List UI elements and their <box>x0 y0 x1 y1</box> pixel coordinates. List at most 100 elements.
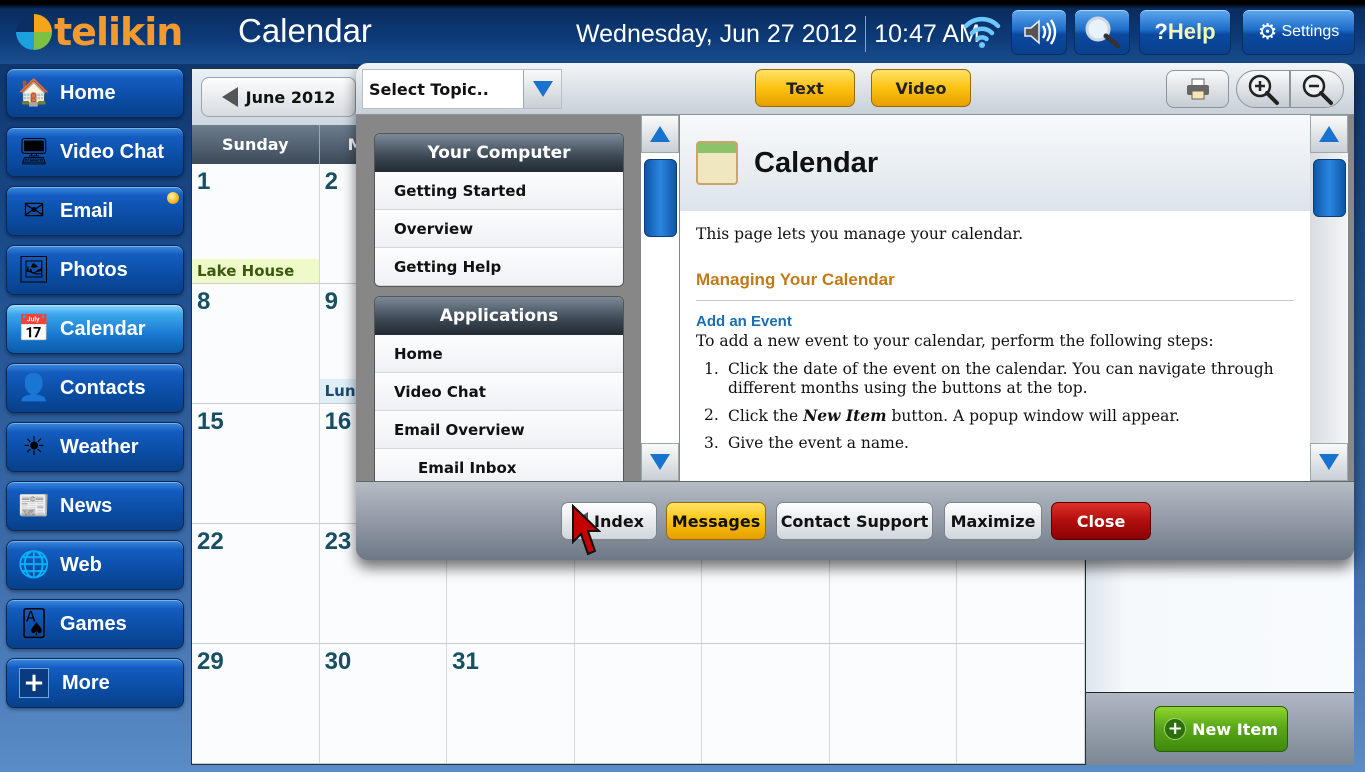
sidebar-item-games[interactable]: 🂡 Games <box>6 599 184 649</box>
close-button[interactable]: Close <box>1051 502 1151 540</box>
calendar-event[interactable]: Lake House <box>192 259 319 283</box>
index-label: Index <box>594 511 644 531</box>
text-mode-button[interactable]: Text <box>755 69 855 107</box>
calendar-icon <box>696 141 738 185</box>
sidebar-item-more[interactable]: + More <box>6 658 184 708</box>
index-item[interactable]: Video Chat <box>375 373 623 411</box>
article-body: This page lets you manage your calendar.… <box>680 211 1310 453</box>
article-scroll-thumb[interactable] <box>1313 159 1346 217</box>
article-scroll-down-button[interactable] <box>1310 443 1348 481</box>
previous-month-button[interactable]: June 2012 <box>201 77 356 117</box>
new-item-button[interactable]: + New Item <box>1154 706 1288 752</box>
zoom-in-icon <box>1248 74 1279 105</box>
calendar-day-cell[interactable]: 8 <box>192 284 320 403</box>
calendar-day-cell[interactable]: 29 <box>192 644 320 763</box>
maximize-button[interactable]: Maximize <box>944 502 1042 540</box>
calendar-day-cell[interactable]: 22 <box>192 524 320 643</box>
day-number: 1 <box>197 168 211 195</box>
sidebar-item-label: Email <box>60 199 114 222</box>
globe-icon: 🌐 <box>17 550 51 580</box>
step-text: Click the New Item button. A popup windo… <box>728 406 1180 426</box>
sidebar-item-video-chat[interactable]: 🖥 Video Chat <box>6 127 184 177</box>
house-icon: 🏠 <box>17 78 51 108</box>
article-scroll-up-button[interactable] <box>1310 115 1348 153</box>
index-section-heading: Your Computer <box>375 134 623 172</box>
newspaper-icon: 📰 <box>17 491 51 521</box>
step-text: Click the date of the event on the calen… <box>728 360 1294 398</box>
help-question-icon: ? <box>1154 19 1168 44</box>
sidebar-item-email[interactable]: ✉ Email <box>6 186 184 236</box>
day-number: 9 <box>324 288 338 315</box>
sidebar: 🏠 Home 🖥 Video Chat ✉ Email 🖼 Photos 📅 Calendar 👤 C… <box>6 68 184 717</box>
plus-icon: + <box>1164 718 1187 740</box>
calendar-day-cell[interactable]: 1 Lake House <box>192 164 320 283</box>
day-number: 31 <box>452 648 479 675</box>
step-text-part: Click the date of the event on the calen… <box>728 360 1274 397</box>
step-text-part: Give the event a name. <box>728 434 909 452</box>
help-window: Select Topic.. Text Video Your Computer … <box>356 63 1354 560</box>
index-item[interactable]: Getting Started <box>375 172 623 210</box>
contact-support-button[interactable]: Contact Support <box>776 502 933 540</box>
calendar-day-cell[interactable]: 15 <box>192 404 320 523</box>
volume-button[interactable] <box>1011 9 1067 55</box>
calendar-day-cell[interactable] <box>702 644 830 763</box>
help-article: Calendar This page lets you manage your … <box>680 115 1310 481</box>
sidebar-item-news[interactable]: 📰 News <box>6 481 184 531</box>
index-scroll-thumb[interactable] <box>644 159 677 237</box>
sun-icon: ☀ <box>22 432 46 462</box>
sidebar-item-contacts[interactable]: 👤 Contacts <box>6 363 184 413</box>
index-item[interactable]: Overview <box>375 210 623 248</box>
side-panel-footer: + New Item <box>1086 692 1354 765</box>
messages-button[interactable]: Messages <box>666 502 766 540</box>
new-item-label: New Item <box>1192 719 1278 739</box>
calendar-day-cell[interactable]: 31 <box>447 644 575 763</box>
article-scrollbar[interactable] <box>1310 115 1348 481</box>
calendar-day-cell[interactable]: 30 <box>320 644 448 763</box>
step-number: 3. <box>704 434 719 452</box>
calendar-day-cell[interactable] <box>957 644 1086 763</box>
article-title: Calendar <box>754 146 879 179</box>
sidebar-item-label: Contacts <box>60 376 146 399</box>
steps-list: 1. Click the date of the event on the cal… <box>696 360 1294 453</box>
search-button[interactable] <box>1074 9 1130 55</box>
zoom-in-button[interactable] <box>1236 70 1290 108</box>
help-button[interactable]: ? Help <box>1139 9 1231 55</box>
index-scrollbar[interactable] <box>641 115 679 481</box>
sidebar-item-home[interactable]: 🏠 Home <box>6 68 184 118</box>
topic-select[interactable]: Select Topic.. <box>362 69 562 109</box>
topic-dropdown-button[interactable] <box>523 70 561 108</box>
sidebar-item-web[interactable]: 🌐 Web <box>6 540 184 590</box>
calendar-day-cell[interactable] <box>575 644 703 763</box>
video-mode-button[interactable]: Video <box>871 69 971 107</box>
sidebar-item-weather[interactable]: ☀ Weather <box>6 422 184 472</box>
arrow-up-icon <box>1319 126 1339 142</box>
index-item[interactable]: Home <box>375 335 623 373</box>
telikin-logo: telikin <box>16 10 183 54</box>
sidebar-item-label: Video Chat <box>60 140 165 163</box>
print-button[interactable] <box>1166 70 1229 108</box>
step-text-part: button. A popup window will appear. <box>886 407 1180 425</box>
app-title: Calendar <box>238 12 372 49</box>
zoom-out-button[interactable] <box>1290 70 1344 108</box>
day-number: 22 <box>197 528 224 555</box>
index-item[interactable]: Getting Help <box>375 248 623 286</box>
month-label: June 2012 <box>245 87 336 107</box>
index-item[interactable]: Email Overview <box>375 411 623 449</box>
date-time: Wednesday, Jun 27 2012 10:47 AM <box>576 16 980 52</box>
index-scroll-down-button[interactable] <box>641 443 679 481</box>
calendar-day-cell[interactable] <box>830 644 958 763</box>
day-number: 23 <box>324 528 352 555</box>
step-text: Give the event a name. <box>728 434 909 453</box>
settings-button[interactable]: ⚙ Settings <box>1242 9 1355 55</box>
current-date: Wednesday, Jun 27 2012 <box>576 19 858 48</box>
sidebar-item-photos[interactable]: 🖼 Photos <box>6 245 184 295</box>
sidebar-item-calendar[interactable]: 📅 Calendar <box>6 304 184 354</box>
printer-icon <box>1186 78 1209 100</box>
logo-swirl-icon <box>16 14 52 50</box>
index-scroll-up-button[interactable] <box>641 115 679 153</box>
sidebar-item-label: More <box>62 671 110 694</box>
wifi-icon <box>963 16 1001 48</box>
cards-icon: 🂡 <box>20 609 48 639</box>
step-number: 1. <box>704 360 719 378</box>
date-time-divider <box>865 16 867 52</box>
